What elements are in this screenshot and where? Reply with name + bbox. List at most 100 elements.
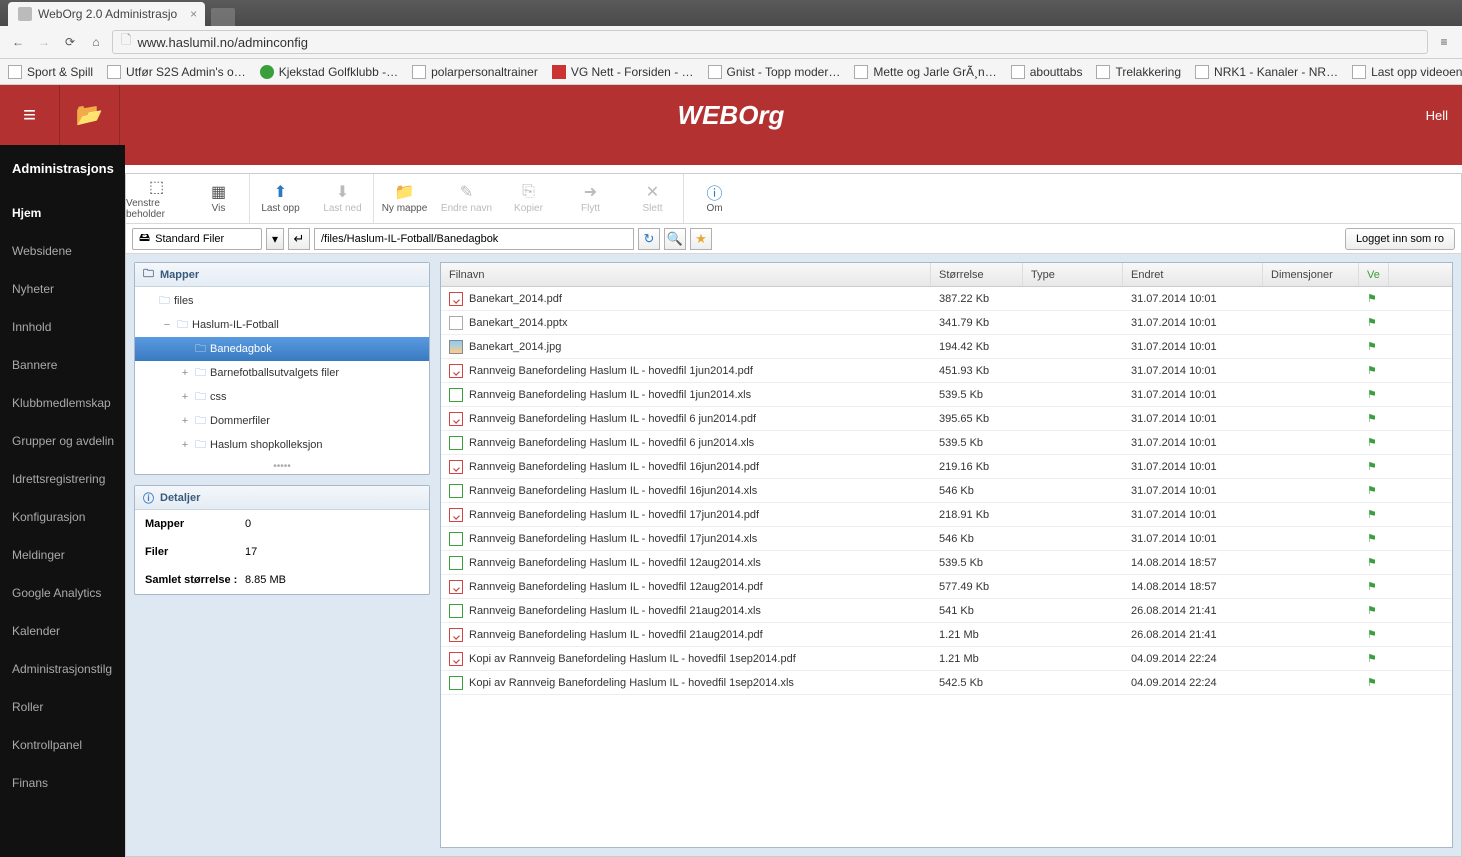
row-action-button[interactable]: ⚑ xyxy=(1359,508,1383,521)
path-up-button[interactable]: ↵ xyxy=(288,228,310,250)
file-row[interactable]: Banekart_2014.pdf 387.22 Kb 31.07.2014 1… xyxy=(441,287,1452,311)
toolbar-button[interactable]: 📁Ny mappe xyxy=(374,174,436,223)
file-row[interactable]: Rannveig Banefordeling Haslum IL - hoved… xyxy=(441,551,1452,575)
sidebar-item[interactable]: Kontrollpanel xyxy=(0,726,125,764)
row-action-button[interactable]: ⚑ xyxy=(1359,316,1383,329)
home-button[interactable]: ⌂ xyxy=(86,32,106,52)
menu-toggle-button[interactable]: ≡ xyxy=(0,85,60,145)
row-action-button[interactable]: ⚑ xyxy=(1359,580,1383,593)
file-row[interactable]: Banekart_2014.pptx 341.79 Kb 31.07.2014 … xyxy=(441,311,1452,335)
sidebar-item[interactable]: Konfigurasjon xyxy=(0,498,125,536)
toolbar-button[interactable]: ▦Vis xyxy=(188,174,250,223)
sidebar-item[interactable]: Meldinger xyxy=(0,536,125,574)
file-row[interactable]: Rannveig Banefordeling Haslum IL - hoved… xyxy=(441,455,1452,479)
tree-node[interactable]: 🗀Banedagbok xyxy=(135,337,429,361)
row-action-button[interactable]: ⚑ xyxy=(1359,412,1383,425)
file-row[interactable]: Rannveig Banefordeling Haslum IL - hoved… xyxy=(441,479,1452,503)
sidebar-item[interactable]: Google Analytics xyxy=(0,574,125,612)
expand-icon[interactable]: + xyxy=(179,439,191,451)
menu-button[interactable]: ≡ xyxy=(1434,32,1454,52)
row-action-button[interactable]: ⚑ xyxy=(1359,388,1383,401)
file-row[interactable]: Rannveig Banefordeling Haslum IL - hoved… xyxy=(441,575,1452,599)
sidebar-item[interactable]: Grupper og avdelin xyxy=(0,422,125,460)
row-action-button[interactable]: ⚑ xyxy=(1359,364,1383,377)
filer-select[interactable]: 🖴 Standard Filer xyxy=(132,228,262,250)
bookmark-item[interactable]: Sport & Spill xyxy=(8,65,93,79)
reload-button[interactable]: ⟳ xyxy=(60,32,80,52)
sidebar-item[interactable]: Finans xyxy=(0,764,125,802)
row-action-button[interactable]: ⚑ xyxy=(1359,676,1383,689)
row-action-button[interactable]: ⚑ xyxy=(1359,484,1383,497)
row-action-button[interactable]: ⚑ xyxy=(1359,460,1383,473)
sidebar-item[interactable]: Websidene xyxy=(0,232,125,270)
tree-node[interactable]: +🗀Barnefotballsutvalgets filer xyxy=(135,361,429,385)
file-row[interactable]: Rannveig Banefordeling Haslum IL - hoved… xyxy=(441,623,1452,647)
row-action-button[interactable]: ⚑ xyxy=(1359,340,1383,353)
url-input[interactable]: 🗋 www.haslumil.no/adminconfig xyxy=(112,30,1428,54)
bookmark-item[interactable]: NRK1 - Kanaler - NR… xyxy=(1195,65,1338,79)
toolbar-button[interactable]: ⓘOm xyxy=(684,174,746,223)
row-action-button[interactable]: ⚑ xyxy=(1359,532,1383,545)
expand-icon[interactable]: + xyxy=(179,415,191,427)
sidebar-item[interactable]: Innhold xyxy=(0,308,125,346)
bookmark-item[interactable]: abouttabs xyxy=(1011,65,1083,79)
favorite-button[interactable]: ★ xyxy=(690,228,712,250)
bookmark-item[interactable]: Kjekstad Golfklubb -… xyxy=(260,65,398,79)
col-modified[interactable]: Endret xyxy=(1123,263,1263,286)
login-status[interactable]: Logget inn som ro xyxy=(1345,228,1455,250)
row-action-button[interactable]: ⚑ xyxy=(1359,556,1383,569)
resize-handle[interactable]: ••••• xyxy=(135,459,429,474)
tree-node[interactable]: 🗀files xyxy=(135,289,429,313)
bookmark-item[interactable]: Last opp videoen - Y… xyxy=(1352,65,1462,79)
bookmark-item[interactable]: polarpersonaltrainer xyxy=(412,65,538,79)
col-ver[interactable]: Ve xyxy=(1359,263,1389,286)
expand-icon[interactable]: + xyxy=(179,391,191,403)
bookmark-item[interactable]: Gnist - Topp moder… xyxy=(708,65,841,79)
file-row[interactable]: Rannveig Banefordeling Haslum IL - hoved… xyxy=(441,431,1452,455)
file-row[interactable]: Rannveig Banefordeling Haslum IL - hoved… xyxy=(441,503,1452,527)
sidebar-item[interactable]: Klubbmedlemskap xyxy=(0,384,125,422)
row-action-button[interactable]: ⚑ xyxy=(1359,628,1383,641)
col-dimensions[interactable]: Dimensjoner xyxy=(1263,263,1359,286)
file-row[interactable]: Kopi av Rannveig Banefordeling Haslum IL… xyxy=(441,647,1452,671)
file-row[interactable]: Rannveig Banefordeling Haslum IL - hoved… xyxy=(441,599,1452,623)
file-row[interactable]: Kopi av Rannveig Banefordeling Haslum IL… xyxy=(441,671,1452,695)
bookmark-item[interactable]: Utfør S2S Admin's o… xyxy=(107,65,246,79)
col-filename[interactable]: Filnavn xyxy=(441,263,931,286)
bookmark-item[interactable]: Mette og Jarle GrÃ¸n… xyxy=(854,65,996,79)
tree-node[interactable]: +🗀Haslum shopkolleksjon xyxy=(135,433,429,457)
path-input[interactable] xyxy=(314,228,634,250)
col-type[interactable]: Type xyxy=(1023,263,1123,286)
row-action-button[interactable]: ⚑ xyxy=(1359,604,1383,617)
close-icon[interactable]: × xyxy=(190,7,197,21)
bookmark-item[interactable]: VG Nett - Forsiden - … xyxy=(552,65,694,79)
row-action-button[interactable]: ⚑ xyxy=(1359,436,1383,449)
search-button[interactable]: 🔍 xyxy=(664,228,686,250)
file-row[interactable]: Rannveig Banefordeling Haslum IL - hoved… xyxy=(441,383,1452,407)
tree-node[interactable]: −🗀Haslum-IL-Fotball xyxy=(135,313,429,337)
toolbar-button[interactable]: ⬆Last opp xyxy=(250,174,312,223)
file-row[interactable]: Rannveig Banefordeling Haslum IL - hoved… xyxy=(441,407,1452,431)
forward-button[interactable]: → xyxy=(34,32,54,52)
file-row[interactable]: Banekart_2014.jpg 194.42 Kb 31.07.2014 1… xyxy=(441,335,1452,359)
row-action-button[interactable]: ⚑ xyxy=(1359,652,1383,665)
tree-node[interactable]: +🗀css xyxy=(135,385,429,409)
sidebar-item[interactable]: Kalender xyxy=(0,612,125,650)
sidebar-item[interactable]: Idrettsregistrering xyxy=(0,460,125,498)
bookmark-item[interactable]: Trelakkering xyxy=(1096,65,1181,79)
back-button[interactable]: ← xyxy=(8,32,28,52)
browser-tab[interactable]: WebOrg 2.0 Administrasjo × xyxy=(8,2,205,26)
files-button[interactable]: 📂 xyxy=(60,85,120,145)
col-size[interactable]: Størrelse xyxy=(931,263,1023,286)
file-row[interactable]: Rannveig Banefordeling Haslum IL - hoved… xyxy=(441,359,1452,383)
row-action-button[interactable]: ⚑ xyxy=(1359,292,1383,305)
sidebar-item[interactable]: Administrasjonstilg xyxy=(0,650,125,688)
toolbar-button[interactable]: ⬚Venstre beholder xyxy=(126,174,188,223)
filer-dropdown-button[interactable]: ▾ xyxy=(266,228,284,250)
expand-icon[interactable]: − xyxy=(161,319,173,331)
file-row[interactable]: Rannveig Banefordeling Haslum IL - hoved… xyxy=(441,527,1452,551)
refresh-button[interactable]: ↻ xyxy=(638,228,660,250)
sidebar-item[interactable]: Nyheter xyxy=(0,270,125,308)
tree-node[interactable]: +🗀Dommerfiler xyxy=(135,409,429,433)
sidebar-item[interactable]: Roller xyxy=(0,688,125,726)
